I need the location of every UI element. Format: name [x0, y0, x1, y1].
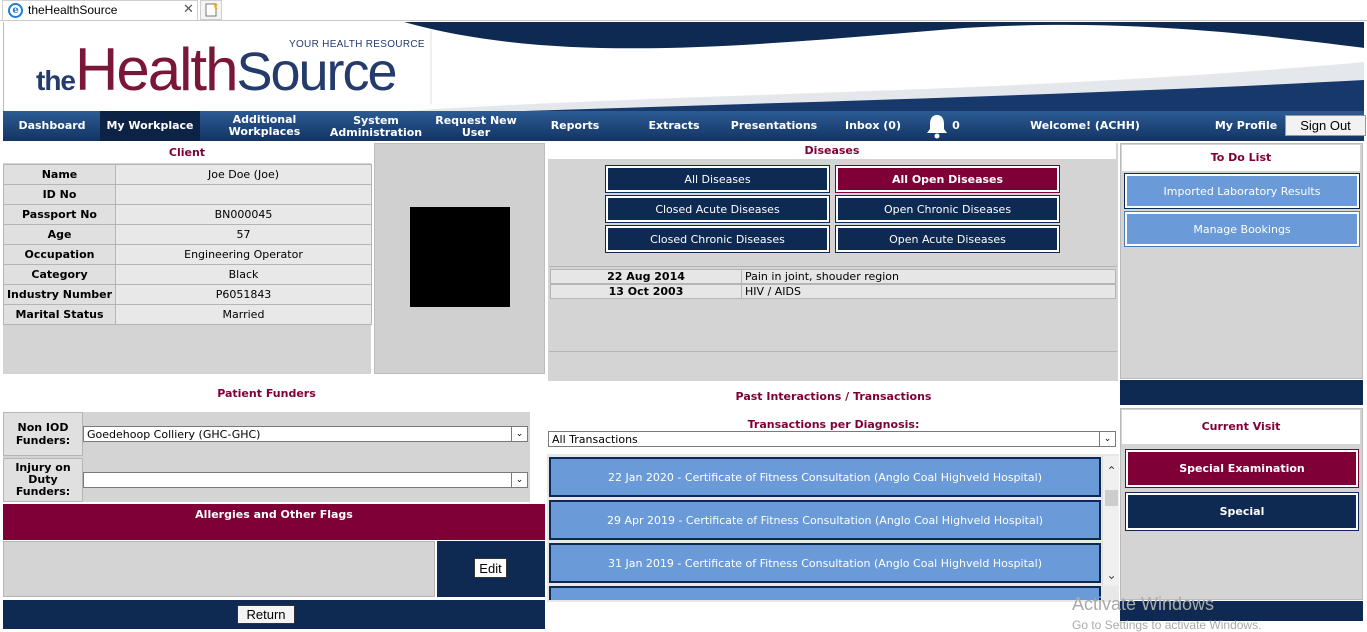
- nav-my-profile[interactable]: My Profile: [1211, 111, 1281, 141]
- current-visit-title: Current Visit: [1122, 410, 1360, 444]
- open-acute-diseases-button[interactable]: Open Acute Diseases: [835, 225, 1060, 253]
- scrollbar-thumb[interactable]: [1105, 490, 1118, 506]
- client-row: ID No: [3, 184, 372, 205]
- client-row: Marital Status Married: [3, 304, 372, 325]
- imported-lab-results-button[interactable]: Imported Laboratory Results: [1124, 173, 1360, 209]
- chevron-down-icon: ⌄: [511, 473, 527, 487]
- client-field-value: BN000045: [115, 204, 372, 225]
- funders-title: Patient Funders: [3, 376, 530, 412]
- client-field-value: [115, 184, 372, 205]
- disease-row[interactable]: 22 Aug 2014 Pain in joint, shouder regio…: [550, 269, 1116, 284]
- all-diseases-button[interactable]: All Diseases: [605, 165, 830, 193]
- scroll-up-icon[interactable]: ⌃: [1103, 464, 1120, 478]
- nav-request-new-user[interactable]: Request New User: [430, 111, 522, 141]
- transaction-item[interactable]: 29 Apr 2019 - Certificate of Fitness Con…: [549, 500, 1101, 540]
- return-button[interactable]: Return: [237, 605, 295, 624]
- nav-additional-workplaces[interactable]: Additional Workplaces: [200, 111, 329, 141]
- interactions-title: Past Interactions / Transactions: [547, 390, 1120, 405]
- non-iod-label: Non IOD Funders:: [3, 412, 83, 456]
- client-field-label: Occupation: [3, 244, 116, 265]
- closed-acute-diseases-button[interactable]: Closed Acute Diseases: [605, 195, 830, 223]
- client-field-value: Engineering Operator: [115, 244, 372, 265]
- disease-row[interactable]: 13 Oct 2003 HIV / AIDS: [550, 284, 1116, 299]
- new-tab-icon: [205, 2, 218, 17]
- scroll-down-icon[interactable]: ⌄: [1103, 568, 1120, 582]
- nav-presentations[interactable]: Presentations: [726, 111, 822, 141]
- client-row: Category Black: [3, 264, 372, 285]
- client-field-label: Passport No: [3, 204, 116, 225]
- nav-dashboard[interactable]: Dashboard: [9, 111, 95, 141]
- main-nav: Dashboard My Workplace Additional Workpl…: [3, 111, 1366, 141]
- client-row: Occupation Engineering Operator: [3, 244, 372, 265]
- client-row: Passport No BN000045: [3, 204, 372, 225]
- close-tab-icon[interactable]: ✕: [183, 2, 194, 17]
- client-field-label: ID No: [3, 184, 116, 205]
- closed-chronic-diseases-button[interactable]: Closed Chronic Diseases: [605, 225, 830, 253]
- nav-my-workplace[interactable]: My Workplace: [100, 111, 200, 141]
- activation-watermark: Activate Windows: [1072, 594, 1215, 614]
- client-field-value: Joe Doe (Joe): [115, 164, 372, 185]
- allergies-header: Allergies and Other Flags: [3, 504, 545, 540]
- browser-tab[interactable]: e theHealthSource ✕: [2, 0, 198, 20]
- client-photo: [410, 207, 510, 307]
- transactions-scrollbar[interactable]: ⌃ ⌄: [1102, 456, 1119, 586]
- open-chronic-diseases-button[interactable]: Open Chronic Diseases: [835, 195, 1060, 223]
- client-field-label: Category: [3, 264, 116, 285]
- all-open-diseases-button[interactable]: All Open Diseases: [835, 165, 1060, 193]
- notification-count: 0: [952, 119, 960, 132]
- client-field-label: Name: [3, 164, 116, 185]
- welcome-text: Welcome! (ACHH): [1030, 119, 1140, 132]
- client-field-value: 57: [115, 224, 372, 245]
- todo-footer-bar: [1120, 380, 1363, 405]
- client-field-value: Black: [115, 264, 372, 285]
- nav-inbox[interactable]: Inbox (0): [837, 111, 909, 141]
- site-header: YOUR HEALTH RESOURCE theHealthSource: [3, 22, 1364, 111]
- non-iod-funders-select[interactable]: Goedehoop Colliery (GHC-GHC) ⌄: [83, 426, 528, 442]
- allergies-content: [3, 541, 435, 597]
- edit-button[interactable]: Edit: [474, 558, 507, 578]
- ie-icon: e: [8, 3, 23, 18]
- transaction-item-partial[interactable]: [549, 586, 1101, 600]
- client-row: Industry Number P6051843: [3, 284, 372, 305]
- nav-extracts[interactable]: Extracts: [637, 111, 711, 141]
- client-table: Name Joe Doe (Joe) ID No Passport No BN00004…: [3, 164, 372, 325]
- client-field-label: Age: [3, 224, 116, 245]
- client-field-label: Industry Number: [3, 284, 116, 305]
- transaction-item[interactable]: 22 Jan 2020 - Certificate of Fitness Con…: [549, 457, 1101, 497]
- transaction-item[interactable]: 31 Jan 2019 - Certificate of Fitness Con…: [549, 543, 1101, 583]
- new-tab-button[interactable]: [200, 0, 222, 20]
- diseases-title: Diseases: [548, 143, 1116, 159]
- activation-watermark-sub: Go to Settings to activate Windows.: [1072, 618, 1262, 632]
- sign-out-button[interactable]: Sign Out: [1285, 115, 1366, 136]
- special-examination-button[interactable]: Special Examination: [1125, 449, 1359, 488]
- todo-title: To Do List: [1122, 145, 1360, 171]
- chevron-down-icon: ⌄: [1099, 432, 1115, 446]
- client-row: Age 57: [3, 224, 372, 245]
- iod-label: Injury on Duty Funders:: [3, 458, 83, 502]
- transactions-filter-select[interactable]: All Transactions ⌄: [548, 431, 1116, 447]
- transactions-per-diagnosis-label: Transactions per Diagnosis:: [547, 418, 1120, 432]
- special-button[interactable]: Special: [1125, 492, 1359, 531]
- client-field-value: P6051843: [115, 284, 372, 305]
- nav-system-administration[interactable]: System Administration: [329, 111, 423, 141]
- client-row: Name Joe Doe (Joe): [3, 164, 372, 185]
- client-field-value: Married: [115, 304, 372, 325]
- manage-bookings-button[interactable]: Manage Bookings: [1124, 211, 1360, 247]
- client-title: Client: [3, 143, 371, 163]
- site-logo[interactable]: theHealthSource: [36, 35, 398, 104]
- iod-funders-select[interactable]: ⌄: [83, 472, 528, 488]
- chevron-down-icon: ⌄: [511, 427, 527, 441]
- nav-reports[interactable]: Reports: [538, 111, 612, 141]
- client-field-label: Marital Status: [3, 304, 116, 325]
- browser-tab-title: theHealthSource: [28, 3, 118, 17]
